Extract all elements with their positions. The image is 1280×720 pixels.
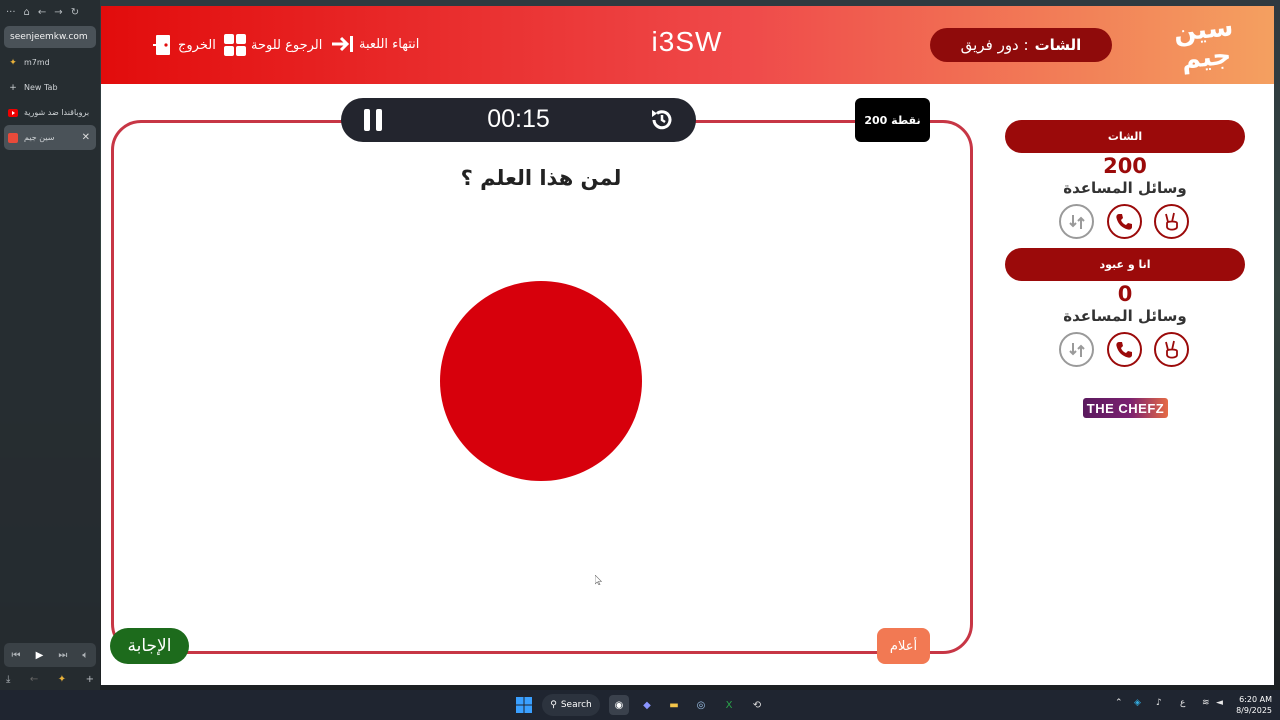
language-indicator[interactable]: ع (1180, 698, 1185, 708)
swap-icon (1068, 214, 1085, 229)
next-icon[interactable]: ⏭ (58, 650, 67, 661)
tab-label: سين جيم (24, 133, 55, 142)
team-2-lifelines (1059, 332, 1189, 368)
search-icon: ⚲ (550, 700, 557, 710)
speaker-icon[interactable]: ◄ (1216, 698, 1223, 708)
excel-icon[interactable]: X (719, 695, 739, 715)
points-badge: 200 نقطة (855, 98, 930, 142)
sponsor-logo[interactable]: THE CHEFZ (1083, 398, 1168, 418)
tab-new-tab[interactable]: + New Tab (0, 75, 100, 100)
call-lifeline[interactable] (1106, 332, 1142, 367)
reload-icon[interactable]: ↻ (71, 7, 79, 18)
mouse-cursor-icon (595, 575, 602, 585)
back-to-board-label: الرجوع للوحة (251, 37, 323, 53)
end-arrow-icon (332, 36, 353, 52)
tray-shield-icon[interactable]: ◈ (1134, 698, 1141, 708)
browser-sidebar: ··· ⌂ ← → ↻ seenjeemkw.com ✦ m7md + New … (0, 0, 100, 690)
phone-icon (1116, 213, 1132, 230)
swap-lifeline[interactable] (1059, 204, 1094, 239)
microphone-icon[interactable]: ♪ (1156, 698, 1162, 708)
folder-icon[interactable]: ▬ (664, 695, 684, 715)
volume-icon[interactable]: 🔈︎ (82, 650, 88, 661)
site-logo[interactable]: سين جيم (1169, 12, 1241, 78)
plus-icon: + (9, 82, 17, 93)
steam-icon[interactable]: ◎ (691, 695, 711, 715)
clock-date: 8/9/2025 (1236, 706, 1272, 715)
exit-label: الخروج (178, 37, 216, 53)
taskbar-clock[interactable]: 6:20 AM 8/9/2025 (1232, 694, 1272, 716)
swap-lifeline[interactable] (1059, 332, 1094, 367)
youtube-icon (8, 108, 18, 118)
more-icon[interactable]: ··· (6, 7, 16, 18)
question-text: لمن هذا العلم ؟ (460, 166, 622, 190)
app-icon-2[interactable]: ⟲ (747, 695, 767, 715)
phone-icon (1116, 341, 1132, 358)
taskbar-search[interactable]: ⚲ Search (542, 694, 600, 716)
discord-icon[interactable]: ◆ (637, 695, 657, 715)
download-icon[interactable]: ⤓ (6, 674, 10, 685)
sidebar-footer: ⤓ ← ✦ + (0, 670, 100, 688)
browser-controls: ··· ⌂ ← → ↻ (0, 0, 100, 24)
clock-time: 6:20 AM (1239, 695, 1272, 704)
victory-hand-icon (1164, 212, 1178, 231)
timer-display: 00:15 (487, 105, 550, 133)
call-lifeline[interactable] (1106, 204, 1142, 239)
team-2-name: انا و عبود (1005, 248, 1245, 281)
exit-button[interactable]: الخروج (153, 34, 216, 56)
forward-icon[interactable]: → (54, 7, 62, 18)
arrow-icon[interactable]: ← (30, 674, 38, 685)
end-game-button[interactable]: انتهاء اللعبة (330, 34, 419, 54)
tab-seen-jeem[interactable]: سين جيم ✕ (4, 125, 96, 150)
tab-label: بروباقندا ضد شورية (24, 108, 90, 117)
wifi-icon[interactable]: ≋ (1202, 698, 1210, 708)
game-header: سين جيم دور فريق : الشات i3SW انتهاء الل… (101, 6, 1274, 84)
team-1-helpers-label: وسائل المساعدة (1063, 179, 1187, 197)
new-tab-plus-icon[interactable]: + (86, 674, 94, 685)
back-icon[interactable]: ← (38, 7, 46, 18)
tab-label: New Tab (24, 83, 58, 92)
team-2-score: 0 (1117, 282, 1133, 306)
category-button[interactable]: أعلام (877, 628, 930, 664)
tab-youtube[interactable]: بروباقندا ضد شورية (0, 100, 100, 125)
timer-bar: 00:15 (341, 98, 696, 142)
play-icon[interactable]: ▶ (36, 650, 44, 661)
media-controls: ⏮ ▶ ⏭ 🔈︎ (4, 643, 96, 667)
close-tab-icon[interactable]: ✕ (82, 132, 90, 143)
previous-icon[interactable]: ⏮ (12, 650, 21, 661)
grid-icon (224, 34, 246, 56)
answer-button[interactable]: الإجابة (110, 628, 189, 664)
end-game-label: انتهاء اللعبة (359, 36, 420, 52)
sparkle-small-icon[interactable]: ✦ (58, 674, 66, 685)
tab-label: m7md (24, 58, 50, 67)
streamer-brand: i3SW (651, 26, 723, 57)
victory-hand-icon (1164, 340, 1178, 359)
site-icon (8, 132, 18, 143)
team-2-helpers-label: وسائل المساعدة (1063, 307, 1187, 325)
address-bar[interactable]: seenjeemkw.com (4, 26, 96, 48)
team-1-lifelines (1059, 204, 1189, 240)
sparkle-icon: ✦ (9, 57, 17, 68)
game-page: سين جيم دور فريق : الشات i3SW انتهاء الل… (101, 6, 1274, 685)
app-icon-1[interactable]: ◉ (609, 695, 629, 715)
double-lifeline[interactable] (1154, 204, 1189, 239)
turn-indicator: دور فريق : الشات (930, 28, 1112, 62)
windows-start-icon[interactable] (514, 695, 534, 715)
taskbar: ⚲ Search ◉ ◆ ▬ ◎ X ⟲ ⌃ ◈ ♪ ع ≋ ◄ 6:20 AM… (0, 690, 1280, 720)
team-1-name: الشات (1005, 120, 1245, 153)
turn-team: الشات (1034, 36, 1082, 54)
turn-label: دور فريق : (960, 36, 1029, 54)
swap-icon (1068, 342, 1085, 357)
tab-m7md[interactable]: ✦ m7md (0, 50, 100, 75)
flag-image (440, 281, 642, 481)
back-to-board-button[interactable]: الرجوع للوحة (224, 34, 322, 56)
exit-door-icon (153, 35, 170, 55)
reset-timer-icon[interactable] (648, 106, 676, 134)
search-label: Search (560, 700, 592, 710)
home-icon[interactable]: ⌂ (24, 7, 30, 18)
tray-chevron-icon[interactable]: ⌃ (1115, 698, 1123, 708)
team-1-score: 200 (1103, 154, 1147, 178)
double-lifeline[interactable] (1154, 332, 1189, 367)
